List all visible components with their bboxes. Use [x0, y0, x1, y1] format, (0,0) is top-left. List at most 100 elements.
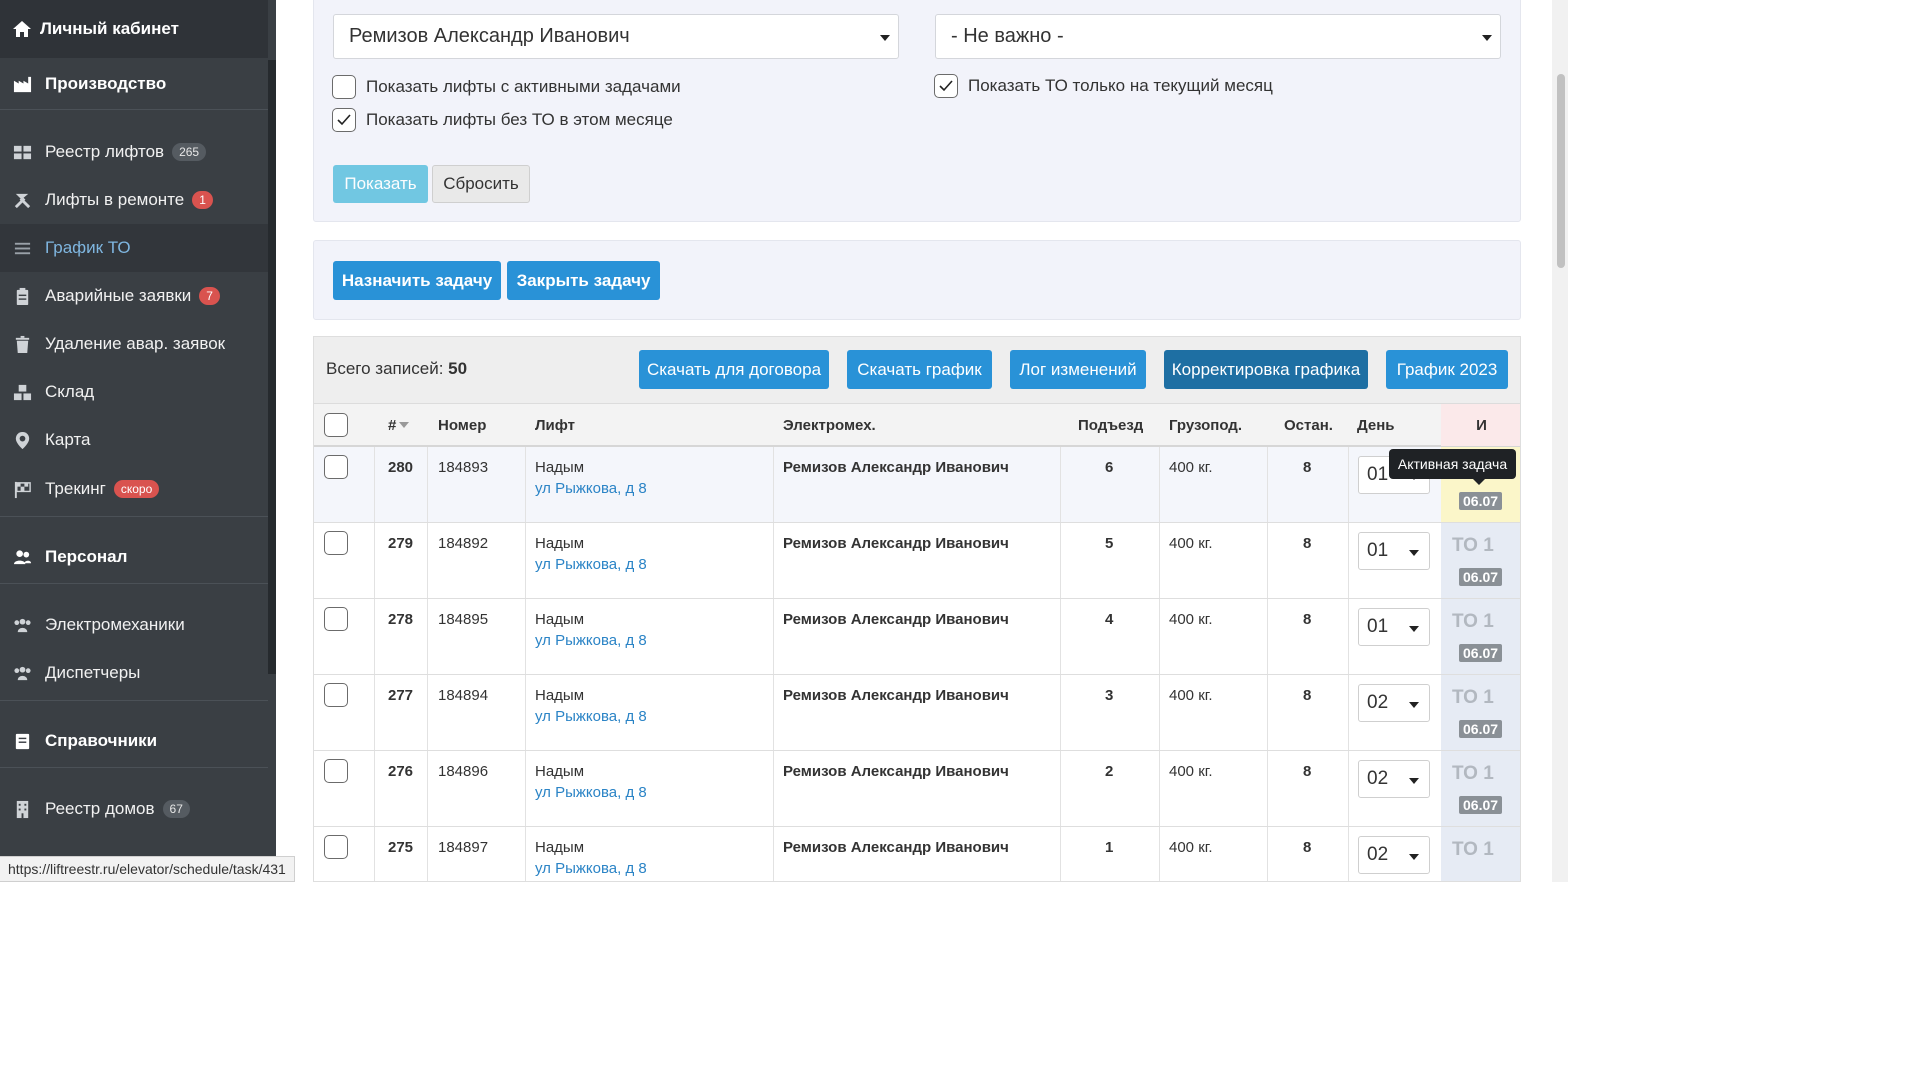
row-entrance: 6: [1105, 459, 1114, 476]
sidebar-section-personnel[interactable]: Персонал: [0, 533, 268, 581]
filter-select[interactable]: - Не важно -: [935, 14, 1501, 59]
row-to-cell[interactable]: ТО 1 06.07: [1441, 675, 1520, 750]
row-to-date: 06.07: [1459, 720, 1503, 738]
column-divider: [1060, 599, 1061, 674]
sidebar-item-delete-emergency[interactable]: Удаление авар. заявок: [0, 320, 268, 368]
table-row[interactable]: 276 184896 Надым ул Рыжкова, д 8 Ремизов Але…: [314, 751, 1520, 827]
row-id: 277: [388, 687, 414, 704]
row-checkbox[interactable]: [324, 835, 348, 859]
sidebar-item-label: Персонал: [45, 547, 128, 566]
row-to-cell[interactable]: ТО 1 06.07: [1441, 751, 1520, 826]
sidebar-item-label: График ТО: [45, 238, 131, 257]
table-row[interactable]: 277 184894 Надым ул Рыжкова, д 8 Ремизов Але…: [314, 675, 1520, 751]
row-address-link[interactable]: ул Рыжкова, д 8: [535, 860, 647, 877]
change-log-button[interactable]: Лог изменений: [1010, 350, 1146, 389]
column-divider: [1060, 827, 1061, 881]
filter-select-value: - Не важно -: [951, 25, 1064, 47]
row-day-select[interactable]: 02: [1358, 836, 1430, 874]
row-checkbox[interactable]: [324, 607, 348, 631]
table-row[interactable]: 275 184897 Надым ул Рыжкова, д 8 Ремизов Але…: [314, 827, 1520, 881]
row-day-select[interactable]: 02: [1358, 760, 1430, 798]
chevron-down-icon: [1409, 550, 1419, 556]
download-contract-button[interactable]: Скачать для договора: [639, 350, 829, 389]
row-address-link[interactable]: ул Рыжкова, д 8: [535, 708, 647, 725]
close-task-button[interactable]: Закрыть задачу: [507, 261, 660, 300]
row-number: 184897: [438, 839, 489, 856]
table-row[interactable]: 280 184893 Надым ул Рыжкова, д 8 Ремизов Але…: [314, 447, 1520, 523]
row-day-select[interactable]: 01: [1358, 532, 1430, 570]
sidebar-item-dispatchers[interactable]: Диспетчеры: [0, 649, 268, 697]
row-day-value: 01: [1367, 540, 1389, 561]
row-address-link[interactable]: ул Рыжкова, д 8: [535, 480, 647, 497]
row-checkbox[interactable]: [324, 531, 348, 555]
sidebar-item-lift-registry[interactable]: Реестр лифтов 265: [0, 128, 268, 176]
select-all-checkbox[interactable]: [324, 413, 348, 437]
assign-task-button[interactable]: Назначить задачу: [333, 261, 501, 300]
correct-schedule-button[interactable]: Корректировка графика: [1164, 350, 1368, 389]
sidebar-section-production[interactable]: Производство: [0, 60, 268, 108]
row-city: Надым: [535, 839, 585, 856]
table-row[interactable]: 279 184892 Надым ул Рыжкова, д 8 Ремизов Але…: [314, 523, 1520, 599]
download-schedule-button[interactable]: Скачать график: [847, 350, 992, 389]
active-tasks-checkbox-row[interactable]: Показать лифты с активными задачами: [332, 75, 681, 99]
row-entrance: 5: [1105, 535, 1114, 552]
building-icon: [12, 799, 32, 819]
row-lift: Надым ул Рыжкова, д 8: [535, 827, 647, 881]
reset-button[interactable]: Сбросить: [432, 165, 530, 203]
header-num[interactable]: #: [388, 404, 410, 446]
active-tasks-checkbox[interactable]: [332, 75, 356, 99]
table-row[interactable]: 278 184895 Надым ул Рыжкова, д 8 Ремизов Але…: [314, 599, 1520, 675]
sidebar-item-house-registry[interactable]: Реестр домов 67: [0, 785, 268, 833]
row-address-link[interactable]: ул Рыжкова, д 8: [535, 632, 647, 649]
row-lift: Надым ул Рыжкова, д 8: [535, 523, 647, 598]
sidebar-top-home[interactable]: Личный кабинет: [0, 0, 268, 58]
row-checkbox[interactable]: [324, 683, 348, 707]
mechanic-select[interactable]: Ремизов Александр Иванович: [333, 14, 899, 59]
header-number[interactable]: Номер: [438, 404, 486, 446]
sidebar-item-emergency[interactable]: Аварийные заявки 7: [0, 272, 268, 320]
column-divider: [1159, 827, 1160, 881]
sidebar-item-warehouse[interactable]: Склад: [0, 368, 268, 416]
header-day[interactable]: День: [1357, 404, 1395, 446]
header-lift[interactable]: Лифт: [535, 404, 575, 446]
row-address-link[interactable]: ул Рыжкова, д 8: [535, 784, 647, 801]
column-divider: [525, 827, 526, 881]
row-to-cell[interactable]: ТО 1 06.07: [1441, 599, 1520, 674]
row-address-link[interactable]: ул Рыжкова, д 8: [535, 556, 647, 573]
no-to-checkbox-row[interactable]: Показать лифты без ТО в этом месяце: [332, 108, 673, 132]
sidebar-item-tracking[interactable]: Трекинг скоро: [0, 465, 268, 513]
sort-desc-icon: [399, 422, 410, 428]
header-last[interactable]: И: [1441, 404, 1520, 446]
header-mechanic[interactable]: Электромех.: [783, 404, 876, 446]
sidebar-section-directories[interactable]: Справочники: [0, 717, 268, 765]
row-checkbox[interactable]: [324, 455, 348, 479]
header-entrance[interactable]: Подъезд: [1078, 404, 1143, 446]
show-button[interactable]: Показать: [333, 165, 428, 203]
row-mechanic: Ремизов Александр Иванович: [783, 763, 1009, 780]
page-scrollbar[interactable]: [1552, 0, 1568, 882]
current-month-checkbox[interactable]: [934, 74, 958, 98]
row-number: 184892: [438, 535, 489, 552]
no-to-checkbox[interactable]: [332, 108, 356, 132]
row-checkbox[interactable]: [324, 759, 348, 783]
row-day-select[interactable]: 01: [1358, 608, 1430, 646]
schedule-2023-button[interactable]: График 2023: [1386, 350, 1508, 389]
sidebar-item-mechanics[interactable]: Электромеханики: [0, 601, 268, 649]
column-divider: [1159, 523, 1160, 598]
column-divider: [1267, 599, 1268, 674]
sidebar-scrollbar[interactable]: [268, 60, 276, 674]
sidebar-item-schedule[interactable]: График ТО: [0, 224, 268, 272]
row-to-cell[interactable]: ТО 1 06.07: [1441, 523, 1520, 598]
sidebar-item-map[interactable]: Карта: [0, 416, 268, 464]
sidebar-item-label: Склад: [45, 382, 95, 401]
sidebar-divider: [0, 767, 268, 768]
header-capacity[interactable]: Грузопод.: [1169, 404, 1242, 446]
sidebar-item-lifts-repair[interactable]: Лифты в ремонте 1: [0, 176, 268, 224]
header-stops[interactable]: Остан.: [1284, 404, 1333, 446]
column-divider: [773, 827, 774, 881]
row-day-select[interactable]: 02: [1358, 684, 1430, 722]
page-scrollbar-thumb[interactable]: [1557, 74, 1565, 268]
flag-icon: [12, 479, 32, 499]
row-to-cell[interactable]: ТО 1: [1441, 827, 1520, 881]
current-month-checkbox-row[interactable]: Показать ТО только на текущий месяц: [934, 74, 1273, 98]
